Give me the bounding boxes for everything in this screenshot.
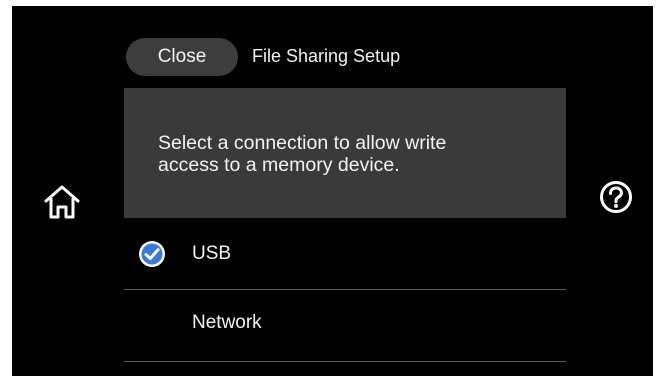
home-button[interactable]	[42, 182, 82, 222]
message-line-2: access to a memory device.	[158, 154, 400, 176]
message-text: Select a connection to allow write acces…	[158, 132, 546, 176]
option-usb[interactable]: USB	[124, 218, 566, 290]
message-line-1: Select a connection to allow write	[158, 132, 447, 154]
option-network[interactable]: Network	[124, 290, 566, 362]
message-panel: Select a connection to allow write acces…	[124, 88, 566, 218]
option-network-label: Network	[192, 312, 262, 333]
home-icon	[44, 185, 80, 219]
close-button[interactable]: Close	[126, 38, 238, 76]
close-button-label: Close	[157, 46, 207, 67]
printer-screen: Close File Sharing Setup Select a connec…	[12, 6, 653, 376]
question-mark-icon	[600, 181, 632, 213]
page-title: File Sharing Setup	[252, 46, 401, 66]
divider	[124, 361, 566, 362]
help-button[interactable]	[599, 180, 633, 214]
option-usb-label: USB	[192, 243, 232, 264]
check-circle-icon	[139, 241, 165, 267]
